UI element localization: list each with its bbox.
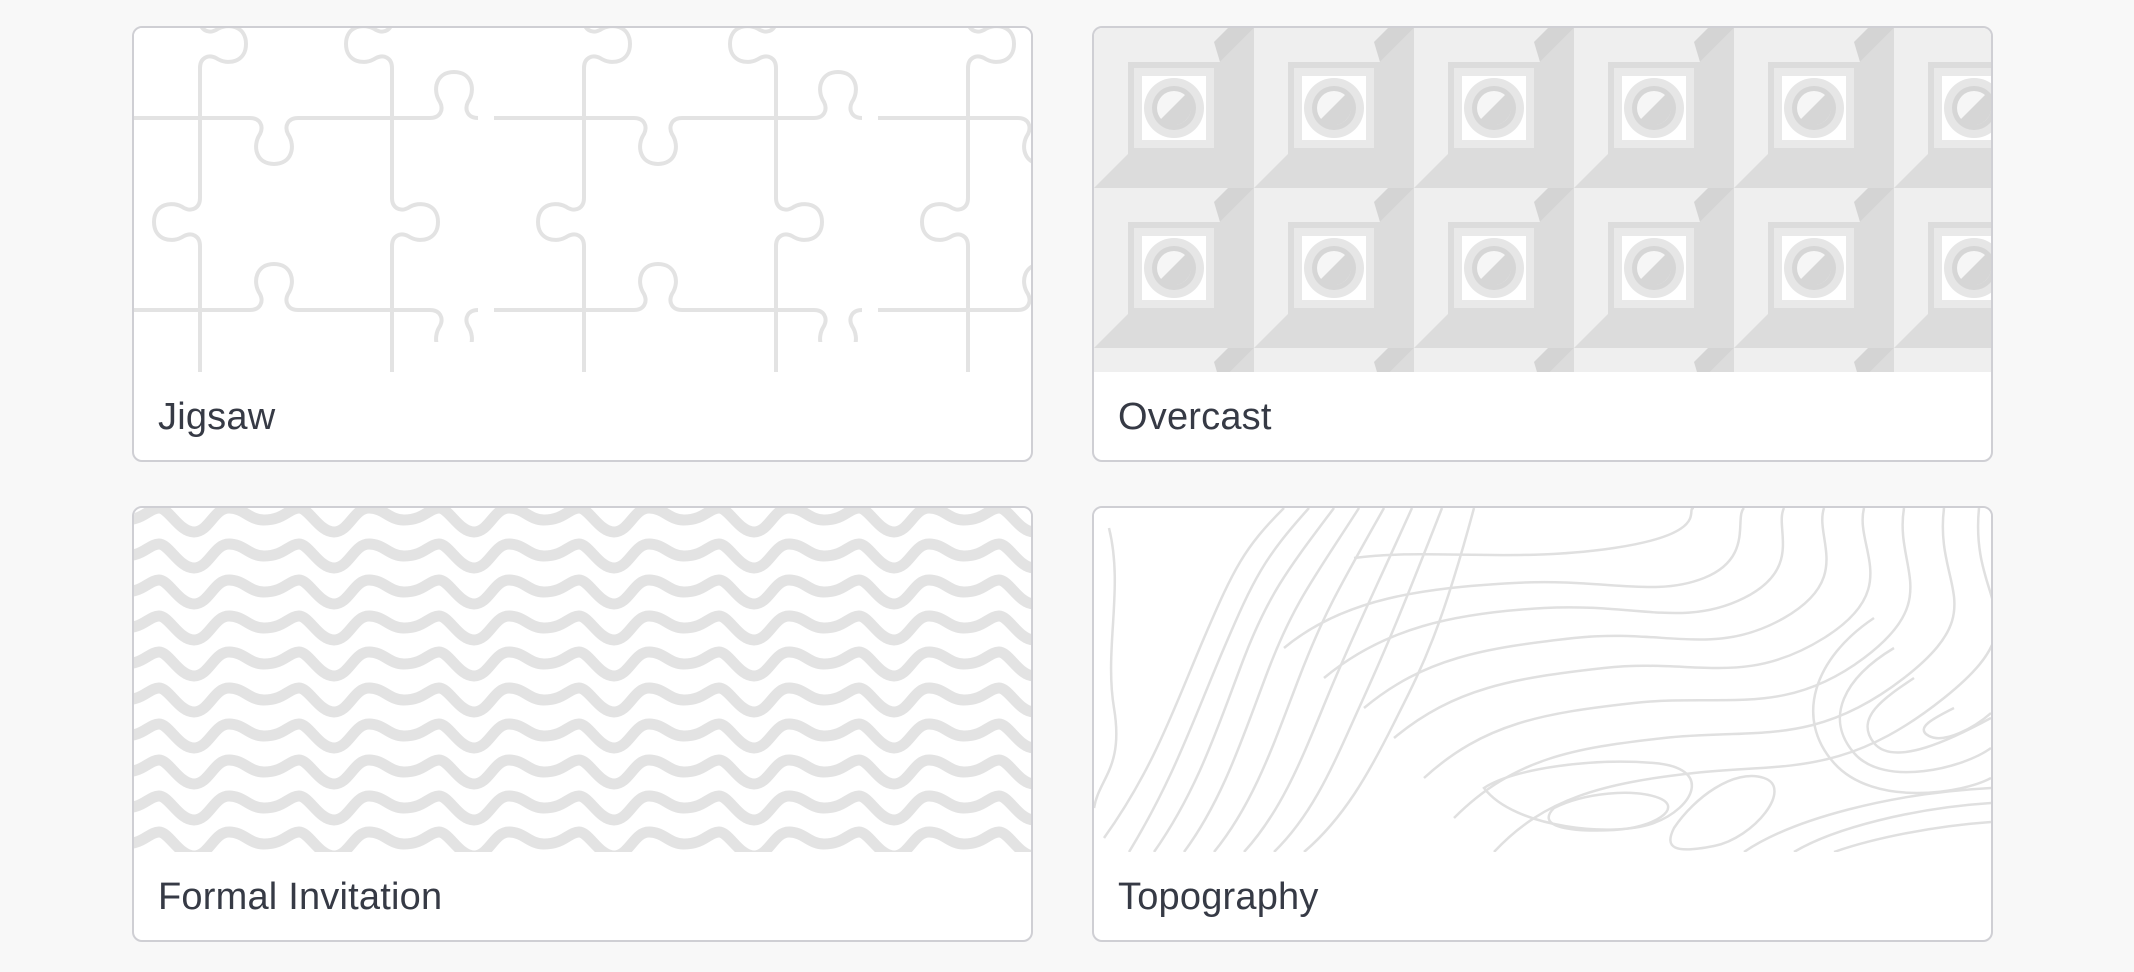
pattern-card-formal-invitation[interactable]: Formal Invitation xyxy=(132,506,1033,942)
pattern-name: Overcast xyxy=(1118,396,1272,438)
pattern-card-jigsaw[interactable]: Jigsaw xyxy=(132,26,1033,462)
jigsaw-pattern-icon xyxy=(134,28,1031,372)
jigsaw-pattern-preview xyxy=(134,28,1031,372)
pattern-name: Jigsaw xyxy=(158,396,276,438)
wave-pattern-icon xyxy=(134,508,1031,852)
topography-pattern-icon xyxy=(1094,508,1991,852)
topography-pattern-preview xyxy=(1094,508,1991,852)
overcast-pattern-icon xyxy=(1094,28,1991,372)
pattern-card-overcast[interactable]: Overcast xyxy=(1092,26,1993,462)
overcast-pattern-preview xyxy=(1094,28,1991,372)
pattern-card-topography[interactable]: Topography xyxy=(1092,506,1993,942)
pattern-name: Topography xyxy=(1118,876,1319,918)
pattern-gallery: Jigsaw Overcast Formal Invitation Topogr… xyxy=(0,0,2134,972)
wave-pattern-preview xyxy=(134,508,1031,852)
pattern-name: Formal Invitation xyxy=(158,876,443,918)
